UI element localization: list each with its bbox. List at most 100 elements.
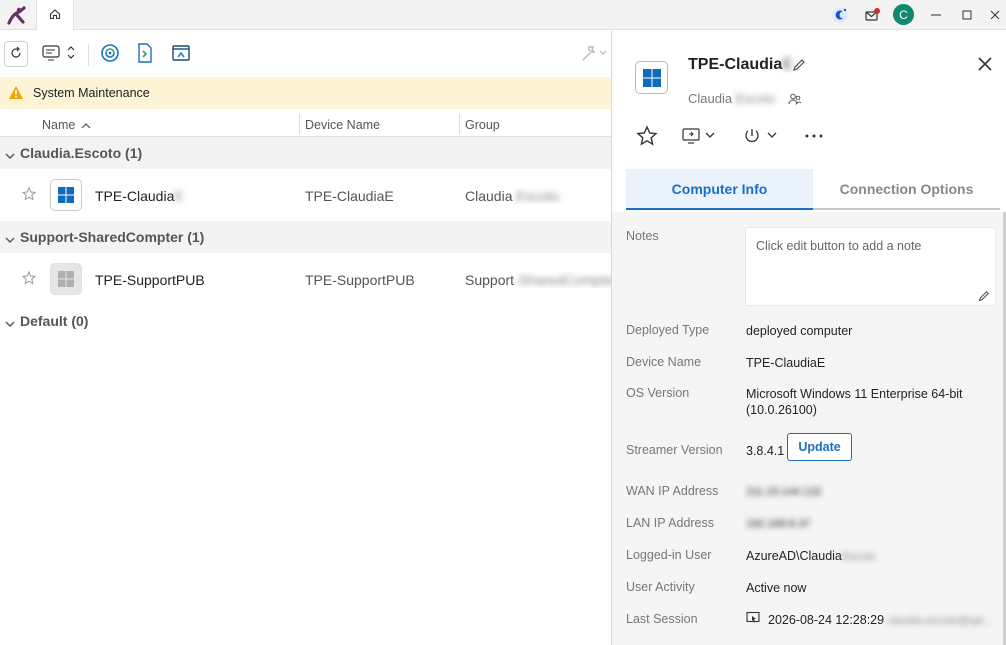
column-device-name[interactable]: Device Name bbox=[305, 118, 380, 132]
favorite-star-icon[interactable] bbox=[21, 186, 37, 204]
lan-ip-label: LAN IP Address bbox=[626, 516, 715, 530]
refresh-button[interactable] bbox=[4, 41, 28, 67]
chevron-down-icon bbox=[5, 315, 15, 331]
group-header-support[interactable]: Support-SharedCompter (1) bbox=[0, 221, 611, 253]
group-count: (1) bbox=[187, 229, 205, 245]
windows-icon bbox=[50, 179, 82, 211]
view-mode-icon bbox=[41, 44, 77, 65]
column-name[interactable]: Name bbox=[42, 118, 75, 132]
computer-title-text: TPE-Claudia bbox=[688, 56, 783, 73]
streamer-version-label: Streamer Version bbox=[626, 443, 723, 457]
close-panel-icon[interactable] bbox=[976, 55, 994, 76]
last-session-hidden: claudia.escoto@spl... bbox=[887, 615, 993, 627]
wan-ip-value: 211.23.144.132 bbox=[746, 486, 822, 498]
device-name-value: TPE-ClaudiaE bbox=[746, 356, 826, 370]
session-screen-icon bbox=[746, 611, 760, 628]
favorite-star-icon[interactable] bbox=[636, 125, 658, 150]
computer-name: TPE-Claudia bbox=[95, 188, 175, 204]
group-name: Support bbox=[465, 272, 515, 288]
avatar[interactable]: C bbox=[893, 4, 914, 25]
favorite-star-icon[interactable] bbox=[21, 270, 37, 288]
last-session-label: Last Session bbox=[626, 612, 698, 626]
close-window-icon[interactable] bbox=[984, 4, 1006, 26]
remote-shell-button[interactable] bbox=[133, 41, 157, 67]
sort-ascending-icon[interactable] bbox=[81, 119, 91, 133]
os-build-value: (10.0.26100) bbox=[746, 403, 817, 417]
group-label: Support-SharedCompter bbox=[20, 229, 184, 245]
column-divider[interactable] bbox=[459, 114, 460, 134]
user-activity-value: Active now bbox=[746, 581, 807, 595]
title-bar: C bbox=[0, 0, 1006, 30]
logged-user-value: AzureAD\Claudia bbox=[746, 549, 842, 563]
user-group-icon[interactable] bbox=[788, 92, 802, 109]
view-mode-button[interactable] bbox=[40, 41, 78, 67]
notes-label: Notes bbox=[626, 229, 659, 243]
notes-field[interactable]: Click edit button to add a note bbox=[745, 227, 996, 306]
streamer-version-value: 3.8.4.1 bbox=[746, 444, 785, 458]
notes-placeholder: Click edit button to add a note bbox=[756, 239, 922, 253]
screen-button[interactable] bbox=[169, 41, 193, 67]
home-icon bbox=[49, 8, 61, 23]
tools-button[interactable] bbox=[580, 41, 608, 67]
refresh-icon bbox=[9, 46, 23, 63]
generic-computer-icon bbox=[50, 263, 82, 295]
group-name-hidden: -SharedCompter bbox=[514, 272, 611, 288]
logged-user-label: Logged-in User bbox=[626, 548, 712, 562]
group-name: Claudia bbox=[465, 188, 513, 204]
home-tab[interactable] bbox=[36, 0, 74, 30]
system-maintenance-banner[interactable]: System Maintenance bbox=[0, 77, 611, 109]
edit-name-icon[interactable] bbox=[792, 58, 806, 75]
wan-ip-label: WAN IP Address bbox=[626, 484, 719, 498]
deployed-type-value: deployed computer bbox=[746, 324, 853, 338]
logged-user-hidden: Escoto bbox=[841, 551, 876, 563]
maximize-icon[interactable] bbox=[956, 4, 978, 26]
device-name: TPE-SupportPUB bbox=[305, 272, 415, 288]
computer-title: TPE-ClaudiaE bbox=[688, 56, 793, 74]
device-name: TPE-ClaudiaE bbox=[305, 188, 394, 204]
power-dropdown-icon[interactable] bbox=[743, 127, 779, 148]
group-label: Claudia.Escoto bbox=[20, 145, 122, 161]
chevron-down-icon bbox=[5, 147, 15, 163]
more-options-icon[interactable] bbox=[803, 127, 825, 148]
computer-name: TPE-SupportPUB bbox=[95, 272, 205, 288]
screen-icon bbox=[171, 44, 191, 65]
column-group[interactable]: Group bbox=[465, 118, 500, 132]
update-button[interactable]: Update bbox=[787, 433, 852, 461]
wrench-icon bbox=[580, 43, 608, 66]
computer-subtitle: Claudia.Escoto bbox=[688, 91, 775, 106]
group-name-hidden: .Escoto bbox=[512, 188, 560, 204]
deployed-type-label: Deployed Type bbox=[626, 323, 710, 337]
assistant-icon[interactable] bbox=[829, 4, 851, 26]
group-label: Default bbox=[20, 313, 68, 329]
notification-icon[interactable] bbox=[861, 4, 883, 26]
chevron-down-icon bbox=[5, 231, 15, 247]
toolbar-divider bbox=[88, 44, 89, 66]
computer-owner-hidden: .Escoto bbox=[732, 91, 776, 106]
group-header-default[interactable]: Default (0) bbox=[0, 305, 611, 337]
computer-info-panel: Notes Click edit button to add a note De… bbox=[612, 212, 1006, 645]
computer-owner: Claudia bbox=[688, 91, 733, 106]
windows-icon bbox=[635, 61, 668, 94]
edit-note-icon[interactable] bbox=[978, 290, 990, 305]
remote-access-button[interactable] bbox=[98, 41, 122, 67]
app-logo-icon bbox=[6, 4, 28, 26]
group-count: (0) bbox=[71, 313, 89, 329]
table-row[interactable]: TPE-SupportPUB TPE-SupportPUB Support-Sh… bbox=[0, 254, 611, 304]
computer-detail-pane: TPE-ClaudiaE Claudia.Escoto Computer Inf… bbox=[611, 31, 1006, 645]
connect-dropdown-icon[interactable] bbox=[681, 127, 717, 148]
remote-access-icon bbox=[100, 43, 120, 66]
tab-connection-options[interactable]: Connection Options bbox=[813, 169, 1000, 210]
remote-shell-icon bbox=[136, 42, 154, 66]
user-activity-label: User Activity bbox=[626, 580, 695, 594]
minimize-icon[interactable] bbox=[925, 4, 947, 26]
last-session-value: 2026-08-24 12:28:29 bbox=[768, 613, 885, 627]
tab-computer-info[interactable]: Computer Info bbox=[626, 169, 813, 210]
group-count: (1) bbox=[125, 145, 143, 161]
group-header-claudia[interactable]: Claudia.Escoto (1) bbox=[0, 137, 611, 169]
column-divider[interactable] bbox=[299, 114, 300, 134]
system-maintenance-label: System Maintenance bbox=[33, 86, 150, 100]
table-row[interactable]: TPE-ClaudiaE TPE-ClaudiaE Claudia.Escoto bbox=[0, 170, 611, 220]
column-header: Name Device Name Group bbox=[0, 110, 611, 137]
warning-icon bbox=[8, 85, 24, 103]
os-version-label: OS Version bbox=[626, 386, 690, 400]
